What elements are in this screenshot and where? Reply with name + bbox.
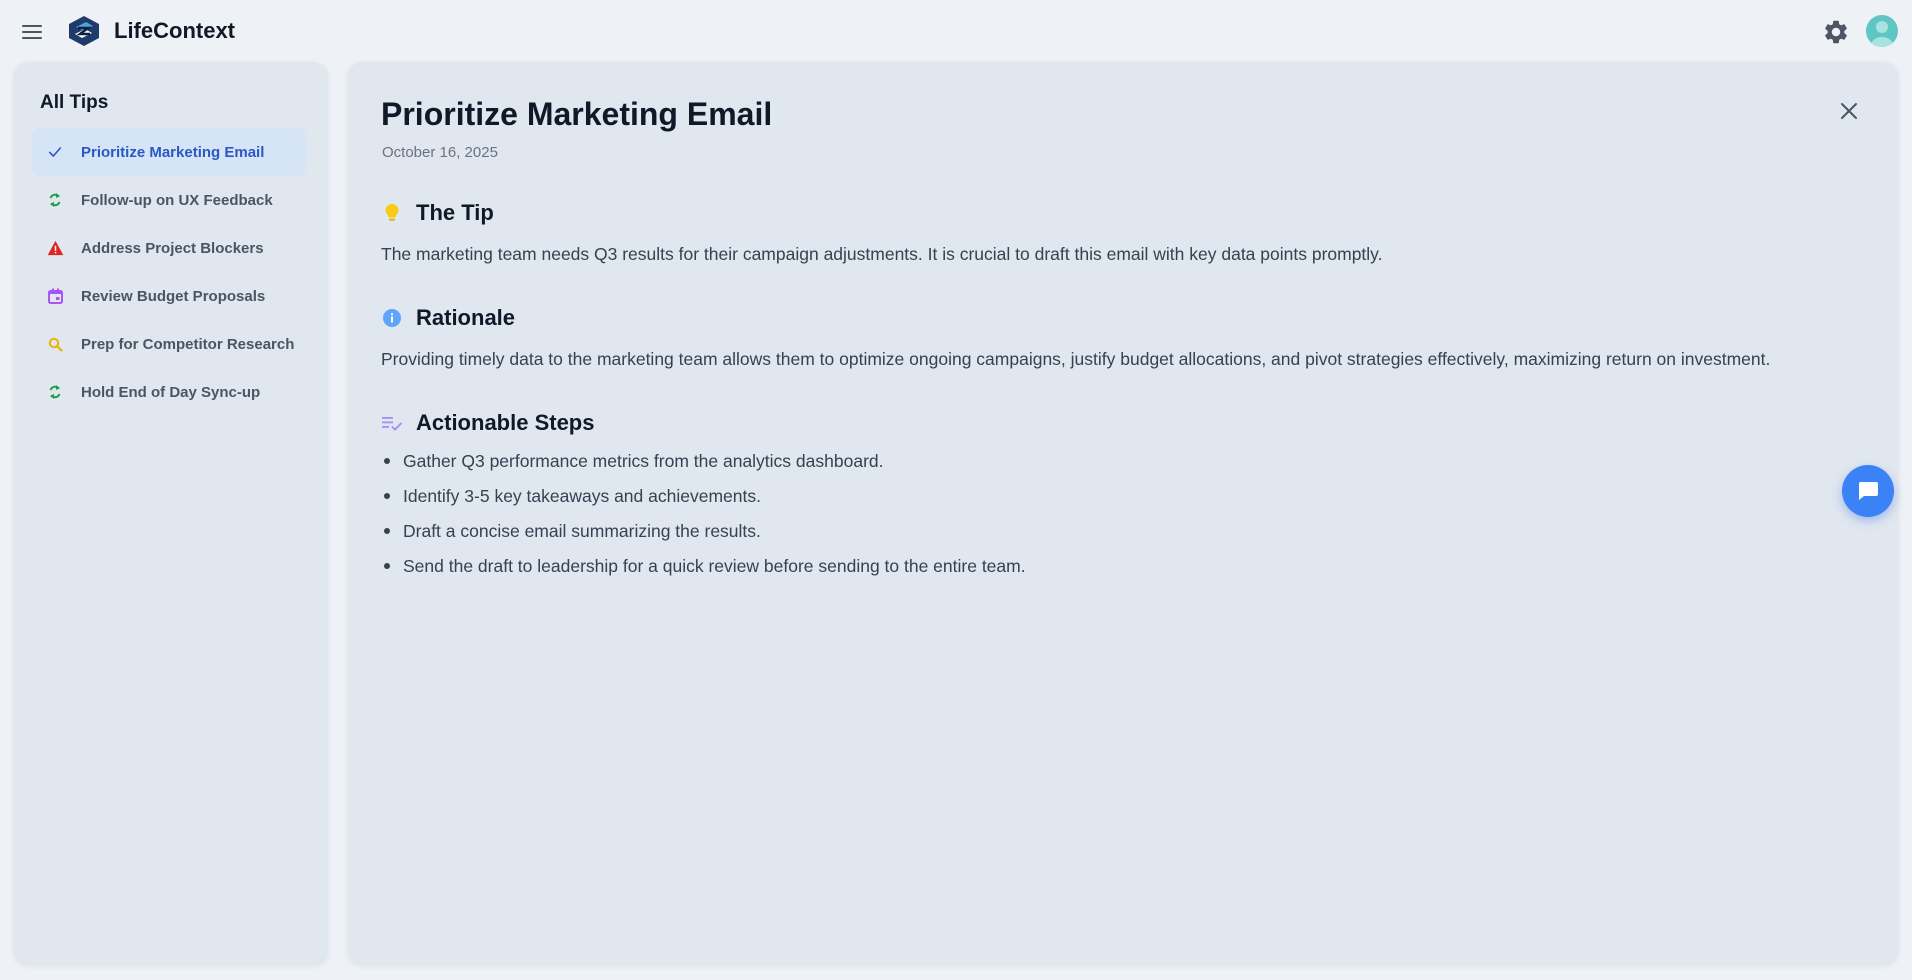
sidebar: All Tips Prioritize Marketing Email Foll… [14, 62, 328, 964]
rationale-body: Providing timely data to the marketing t… [381, 349, 1771, 369]
steps-list: Gather Q3 performance metrics from the a… [381, 449, 1861, 589]
rationale-section: Rationale Providing timely data to the m… [381, 303, 1861, 371]
tip-body: The marketing team needs Q3 results for … [381, 244, 1383, 264]
menu-icon[interactable] [22, 20, 46, 44]
sidebar-item-label: Follow-up on UX Feedback [81, 191, 273, 209]
section-title: Actionable Steps [416, 410, 595, 435]
sidebar-title: All Tips [40, 92, 109, 113]
section-title: The Tip [416, 200, 494, 225]
tip-detail-panel: Prioritize Marketing Email October 16, 2… [348, 62, 1898, 964]
sidebar-item-label: Review Budget Proposals [81, 287, 266, 305]
avatar-icon [1871, 21, 1893, 47]
check-icon [46, 143, 64, 161]
sidebar-item-prioritize-marketing-email[interactable]: Prioritize Marketing Email [32, 128, 306, 176]
sidebar-item-review-budget-proposals[interactable]: Review Budget Proposals [32, 272, 306, 320]
tip-section: The Tip The marketing team needs Q3 resu… [381, 198, 1861, 266]
sync-icon [46, 383, 64, 401]
sidebar-item-prep-competitor-research[interactable]: Prep for Competitor Research [32, 320, 306, 368]
checklist-icon [381, 412, 403, 434]
section-title: Rationale [416, 305, 516, 330]
calendar-icon [46, 287, 64, 305]
warning-icon [46, 239, 64, 257]
chat-icon [1858, 482, 1878, 500]
sidebar-item-label: Address Project Blockers [81, 239, 264, 257]
tip-list: Prioritize Marketing Email Follow-up on … [32, 128, 306, 416]
logo-icon [69, 16, 99, 46]
sidebar-item-hold-end-of-day-sync[interactable]: Hold End of Day Sync-up [32, 368, 306, 416]
search-icon [46, 335, 64, 353]
avatar[interactable] [1866, 15, 1898, 47]
sync-icon [46, 191, 64, 209]
top-bar: LifeContext [0, 0, 1912, 62]
app-title: LifeContext [114, 18, 235, 43]
sidebar-item-address-project-blockers[interactable]: Address Project Blockers [32, 224, 306, 272]
list-item: Send the draft to leadership for a quick… [381, 554, 1861, 589]
list-item: Draft a concise email summarizing the re… [381, 519, 1861, 554]
list-item: Identify 3-5 key takeaways and achieveme… [381, 484, 1861, 519]
gear-icon[interactable] [1822, 18, 1850, 46]
sidebar-item-label: Prep for Competitor Research [81, 335, 295, 353]
sidebar-item-follow-up-ux-feedback[interactable]: Follow-up on UX Feedback [32, 176, 306, 224]
lightbulb-icon [381, 202, 403, 224]
info-icon [381, 307, 403, 329]
steps-section: Actionable Steps Gather Q3 performance m… [381, 408, 1861, 589]
list-item: Gather Q3 performance metrics from the a… [381, 449, 1861, 484]
page-date: October 16, 2025 [382, 144, 498, 161]
chat-button[interactable] [1842, 465, 1894, 517]
page-title: Prioritize Marketing Email [381, 96, 773, 132]
sidebar-item-label: Prioritize Marketing Email [81, 143, 265, 161]
close-icon[interactable] [1836, 98, 1862, 124]
sidebar-item-label: Hold End of Day Sync-up [81, 383, 261, 401]
